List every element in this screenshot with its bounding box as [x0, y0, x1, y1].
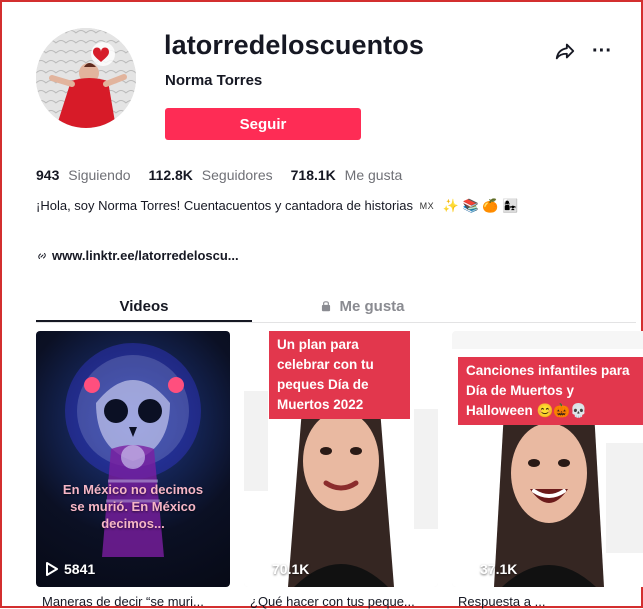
stat-following[interactable]: 943 Siguiendo	[36, 167, 131, 183]
video-overlay-3: Canciones infantiles para Día de Muertos…	[458, 357, 643, 425]
video-card-3[interactable]: Canciones infantiles para Día de Muertos…	[452, 331, 643, 587]
play-icon	[254, 562, 266, 576]
stat-likes: 718.1K Me gusta	[291, 167, 403, 183]
stat-followers[interactable]: 112.8K Seguidores	[149, 167, 273, 183]
video-card-2[interactable]: Un plan para celebrar con tu peques Día …	[244, 331, 438, 587]
profile-tabs: Videos Me gusta	[36, 290, 636, 323]
share-icon	[555, 43, 575, 60]
bio: ¡Hola, soy Norma Torres! Cuentacuentos y…	[36, 196, 596, 216]
video-views-count-3: 37.1K	[480, 561, 518, 577]
video-subtitle-1: En México no decimos se murió. En México…	[62, 482, 204, 531]
link-icon	[38, 252, 46, 259]
video-views-count-1: 5841	[64, 561, 96, 577]
likes-count: 718.1K	[290, 167, 336, 183]
video-thumbnail-1	[65, 343, 201, 557]
video-views-1: 5841	[46, 561, 95, 577]
avatar-image	[36, 28, 136, 128]
video-views-3: 37.1K	[462, 561, 517, 577]
likes-label: Me gusta	[344, 167, 403, 183]
video-views-2: 70.1K	[254, 561, 309, 577]
tab-videos[interactable]: Videos	[36, 290, 252, 322]
more-button[interactable]: ···	[589, 38, 615, 64]
followers-count: 112.8K	[148, 167, 193, 183]
profile-link[interactable]: www.linktr.ee/latorredeloscu...	[36, 248, 239, 263]
tab-me-gusta[interactable]: Me gusta	[254, 290, 470, 322]
tab-underline	[36, 320, 252, 322]
follow-button[interactable]: Seguir	[165, 108, 361, 140]
profile-link-text: www.linktr.ee/latorredeloscu...	[52, 248, 239, 263]
video-card-1[interactable]: En México no decimos se murió. En México…	[36, 331, 230, 587]
mx-flag-label: MX	[419, 201, 435, 211]
stats-row: 943 Siguiendo 112.8K Seguidores 718.1K M…	[36, 167, 402, 183]
follow-button-label: Seguir	[239, 115, 287, 133]
avatar[interactable]	[36, 28, 136, 128]
bio-text: ¡Hola, soy Norma Torres! Cuentacuentos y…	[36, 198, 413, 213]
bio-emojis: ✨ 📚 🍊 👩‍👧	[442, 198, 519, 213]
video-views-count-2: 70.1K	[272, 561, 310, 577]
following-label: Siguiendo	[68, 167, 131, 183]
display-name: Norma Torres	[165, 72, 263, 89]
tab-me-gusta-label: Me gusta	[339, 297, 405, 315]
profile-header: latorredeloscuentos Norma Torres Seguir …	[36, 28, 616, 148]
video-grid: En México no decimos se murió. En México…	[36, 331, 643, 587]
more-icon: ···	[592, 39, 612, 62]
play-icon	[462, 562, 474, 576]
username: latorredeloscuentos	[164, 30, 424, 60]
share-button[interactable]	[552, 38, 578, 64]
play-icon	[46, 562, 58, 576]
lock-icon	[322, 301, 331, 312]
video-caption-2[interactable]: ¿Qué hacer con tus peque...	[250, 594, 415, 609]
video-caption-1[interactable]: Maneras de decir “se muri...	[42, 594, 204, 609]
video-overlay-2: Un plan para celebrar con tu peques Día …	[269, 331, 410, 419]
video-caption-3[interactable]: Respuesta a ...	[458, 594, 545, 609]
followers-label: Seguidores	[201, 167, 273, 183]
following-count: 943	[36, 167, 60, 183]
tab-videos-label: Videos	[119, 297, 169, 315]
